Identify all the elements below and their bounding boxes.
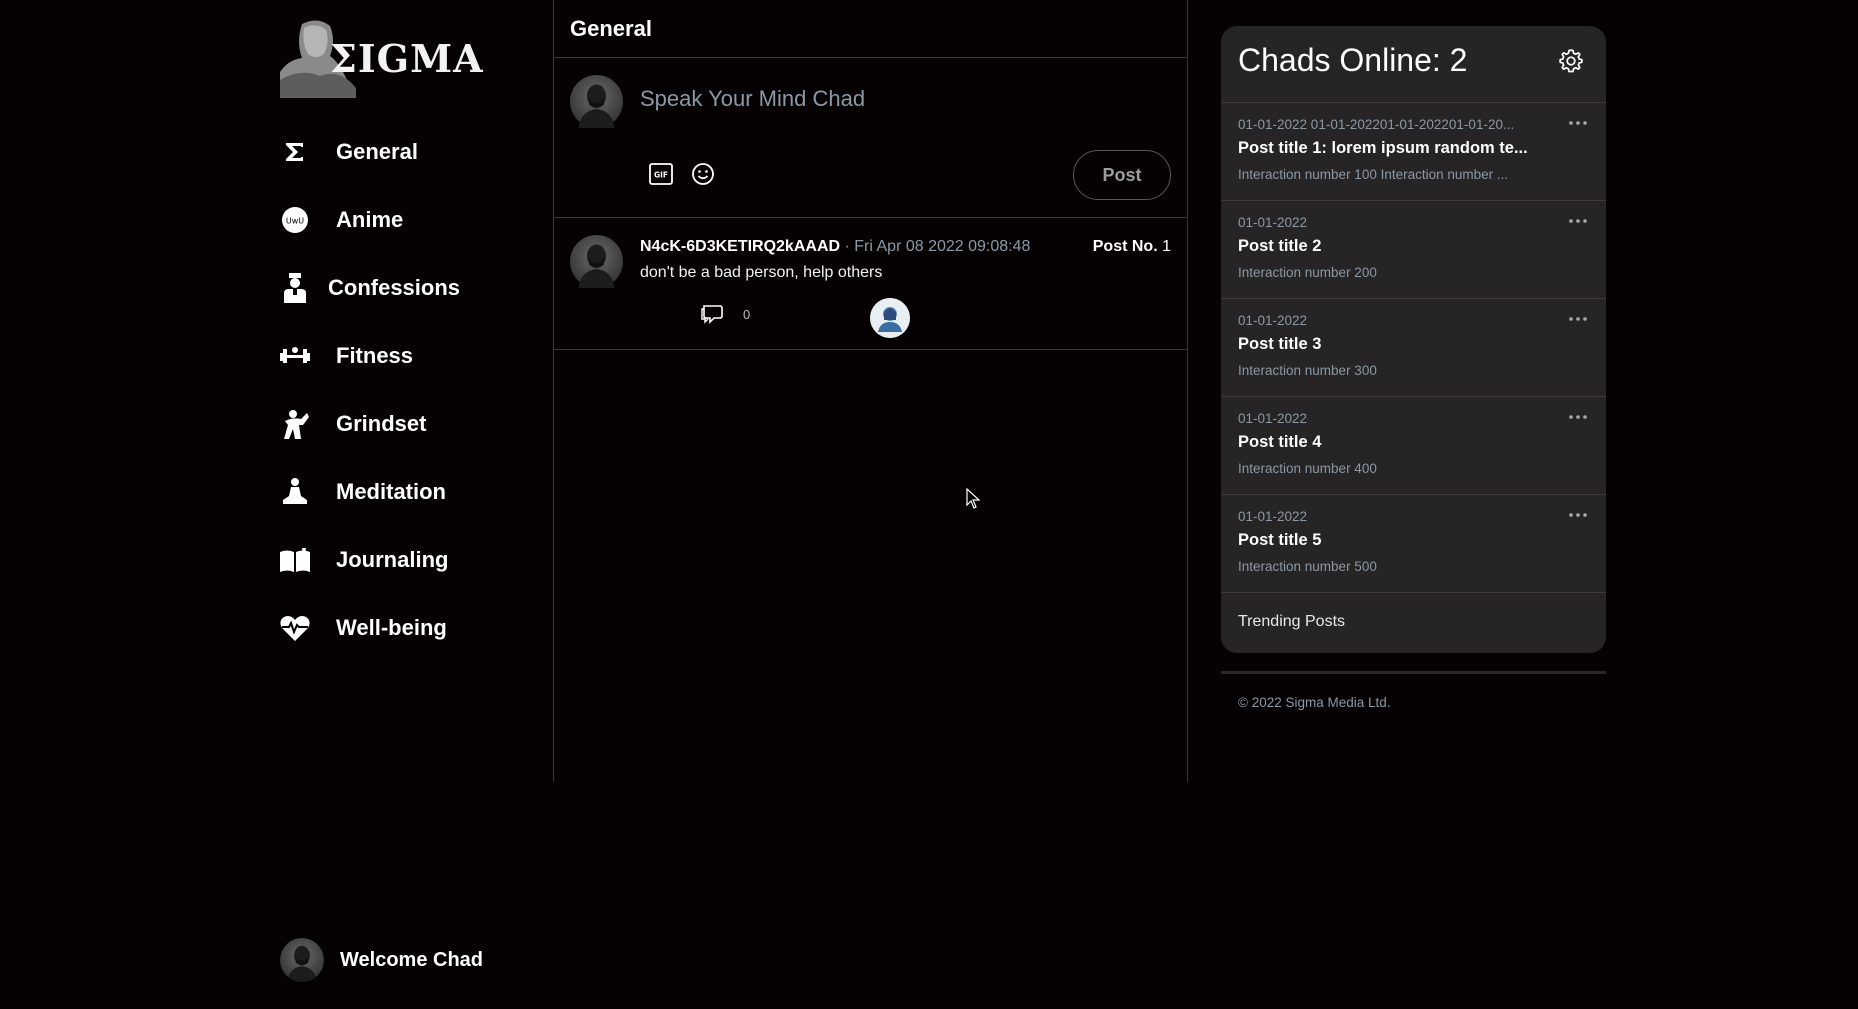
post-number: Post No. 1 <box>1093 238 1171 256</box>
post-body: don't be a bad person, help others <box>640 264 883 281</box>
nav-item-well-being[interactable]: Well-being <box>280 594 550 662</box>
post-composer: GIF Post <box>554 58 1187 218</box>
nav-item-journaling[interactable]: Journaling <box>280 526 550 594</box>
avatar[interactable] <box>570 235 623 288</box>
trend-item[interactable]: 01-01-2022 01-01-202201-01-202201-01-20.… <box>1221 103 1606 201</box>
post-meta: N4cK-6D3KETIRQ2kAAAD · Fri Apr 08 2022 0… <box>640 238 1030 256</box>
more-options-icon[interactable] <box>1566 115 1590 131</box>
main-nav: General UwU Anime Confessions Fitness Gr… <box>280 118 550 662</box>
post-button[interactable]: Post <box>1073 150 1171 200</box>
brand-name: ΣIGMA <box>330 36 484 81</box>
smiley-icon <box>692 163 714 185</box>
nav-item-anime[interactable]: UwU Anime <box>280 186 550 254</box>
trending-panel: Chads Online: 2 01-01-2022 01-01-202201-… <box>1221 26 1606 653</box>
post-number-value: 1 <box>1162 238 1171 255</box>
reply-count: 0 <box>743 307 751 322</box>
copyright-text: © 2022 Sigma Media Ltd. <box>1238 695 1391 710</box>
trend-date: 01-01-2022 01-01-202201-01-202201-01-20.… <box>1238 117 1515 132</box>
sidebar: ΣIGMA General UwU Anime Confessions Fitn… <box>280 0 550 1009</box>
trend-item[interactable]: 01-01-2022 Post title 3 Interaction numb… <box>1221 299 1606 397</box>
more-options-icon[interactable] <box>1566 409 1590 425</box>
gear-icon[interactable] <box>1558 48 1584 74</box>
avatar <box>280 938 324 982</box>
trend-title: Post title 2 <box>1238 237 1322 255</box>
more-options-icon[interactable] <box>1566 213 1590 229</box>
trend-title: Post title 4 <box>1238 433 1322 451</box>
gif-button[interactable]: GIF <box>648 161 674 187</box>
more-options-icon[interactable] <box>1566 311 1590 327</box>
post-item: N4cK-6D3KETIRQ2kAAAD · Fri Apr 08 2022 0… <box>554 218 1187 350</box>
welcome-text: Welcome Chad <box>340 948 483 971</box>
nav-label: Anime <box>336 207 404 232</box>
svg-text:UwU: UwU <box>286 217 304 226</box>
avatar <box>570 75 623 128</box>
heart-pulse-icon <box>280 613 310 643</box>
page-title: General <box>554 0 1187 58</box>
flexing-arm-icon <box>280 409 310 439</box>
trend-title: Post title 3 <box>1238 335 1322 353</box>
nav-item-confessions[interactable]: Confessions <box>280 254 550 322</box>
trending-posts-link[interactable]: Trending Posts <box>1221 593 1606 653</box>
open-book-icon <box>280 545 310 575</box>
trend-date: 01-01-2022 <box>1238 411 1308 426</box>
priest-icon <box>280 273 310 303</box>
svg-text:GIF: GIF <box>654 171 668 180</box>
uwu-icon: UwU <box>280 205 310 235</box>
trend-date: 01-01-2022 <box>1238 313 1308 328</box>
trend-item[interactable]: 01-01-2022 Post title 4 Interaction numb… <box>1221 397 1606 495</box>
nav-item-meditation[interactable]: Meditation <box>280 458 550 526</box>
trend-interactions: Interaction number 100 Interaction numbe… <box>1238 167 1509 182</box>
nav-label: Journaling <box>336 547 449 572</box>
meditation-icon <box>280 477 310 507</box>
dumbbell-icon <box>280 341 310 371</box>
post-timestamp: Fri Apr 08 2022 09:08:48 <box>854 238 1031 255</box>
gif-icon: GIF <box>649 163 673 185</box>
trend-interactions: Interaction number 200 <box>1238 265 1377 280</box>
mouse-cursor-icon <box>966 488 980 509</box>
meta-separator: · <box>844 238 850 255</box>
reply-icon[interactable] <box>701 302 725 326</box>
nav-label: Grindset <box>336 411 427 436</box>
trend-date: 01-01-2022 <box>1238 509 1308 524</box>
trend-title: Post title 1: lorem ipsum random te... <box>1238 139 1528 157</box>
trend-interactions: Interaction number 400 <box>1238 461 1377 476</box>
user-profile[interactable]: Welcome Chad <box>280 938 483 982</box>
post-author[interactable]: N4cK-6D3KETIRQ2kAAAD <box>640 238 840 255</box>
nav-label: General <box>336 139 418 164</box>
nav-label: Well-being <box>336 615 447 640</box>
nav-label: Meditation <box>336 479 446 504</box>
trend-item[interactable]: 01-01-2022 Post title 5 Interaction numb… <box>1221 495 1606 593</box>
trend-item[interactable]: 01-01-2022 Post title 2 Interaction numb… <box>1221 201 1606 299</box>
more-options-icon[interactable] <box>1566 507 1590 523</box>
nav-item-fitness[interactable]: Fitness <box>280 322 550 390</box>
trend-interactions: Interaction number 300 <box>1238 363 1377 378</box>
nav-item-general[interactable]: General <box>280 118 550 186</box>
trend-date: 01-01-2022 <box>1238 215 1308 230</box>
composer-input[interactable] <box>640 86 1120 112</box>
feed: General GIF Post N4cK-6D3KETIRQ2kAAAD · … <box>553 0 1188 782</box>
trend-title: Post title 5 <box>1238 531 1322 549</box>
sigma-icon <box>280 137 310 167</box>
nav-item-grindset[interactable]: Grindset <box>280 390 550 458</box>
emoji-button[interactable] <box>690 161 716 187</box>
online-count: Chads Online: 2 <box>1238 42 1468 78</box>
reaction-avatar[interactable] <box>870 298 910 338</box>
nav-label: Confessions <box>328 275 461 300</box>
post-number-label: Post No. <box>1092 238 1158 255</box>
divider <box>1221 671 1606 674</box>
nav-label: Fitness <box>336 343 414 368</box>
brand-logo[interactable]: ΣIGMA <box>280 16 483 98</box>
trend-interactions: Interaction number 500 <box>1238 559 1377 574</box>
panel-header: Chads Online: 2 <box>1221 26 1606 103</box>
